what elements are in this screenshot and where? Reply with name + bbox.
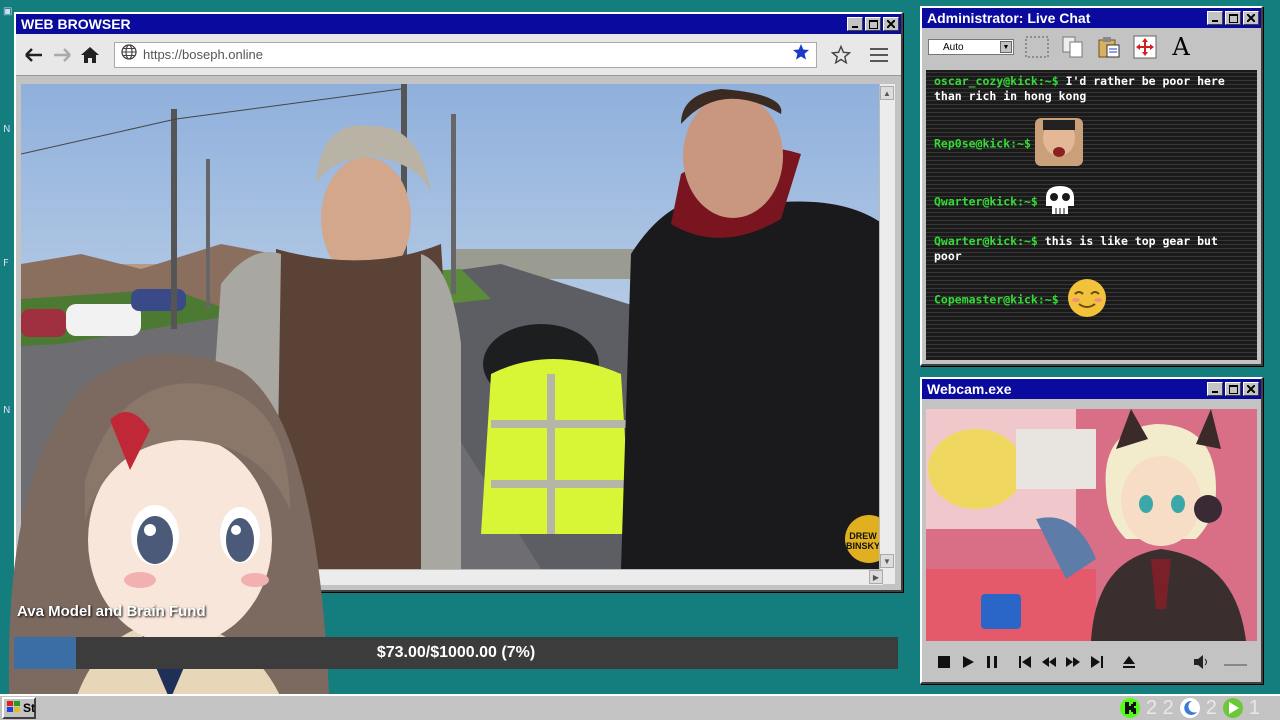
- font-icon[interactable]: A: [1168, 33, 1194, 61]
- move-icon[interactable]: [1132, 34, 1158, 60]
- rewind-icon[interactable]: [1041, 653, 1057, 671]
- chat-toolbar: Auto ▼ A: [922, 28, 1261, 66]
- minimize-button[interactable]: [1207, 382, 1223, 396]
- scroll-down-arrow[interactable]: ▼: [880, 554, 894, 568]
- menu-icon[interactable]: [867, 43, 891, 67]
- favorites-star-icon[interactable]: [829, 43, 853, 67]
- chat-username: Qwarter@kick:~$: [934, 194, 1038, 209]
- chat-window: Administrator: Live Chat Auto ▼ A oscar_…: [920, 6, 1263, 366]
- smile-emote-icon: [1063, 278, 1111, 322]
- chat-titlebar[interactable]: Administrator: Live Chat: [922, 8, 1261, 28]
- maximize-button[interactable]: [1225, 382, 1241, 396]
- webcam-view: [926, 409, 1257, 641]
- chat-username: oscar_cozy@kick:~$: [934, 74, 1059, 88]
- volume-icon[interactable]: [1193, 653, 1210, 671]
- fund-progress-bar: $73.00/$1000.00 (7%): [14, 637, 898, 669]
- close-button[interactable]: [883, 17, 899, 31]
- bookmark-star-icon[interactable]: [792, 43, 810, 66]
- chat-message: Rep0se@kick:~$: [934, 118, 1249, 170]
- maximize-button[interactable]: [865, 17, 881, 31]
- pause-icon[interactable]: [984, 653, 1000, 671]
- media-controls: [926, 647, 1257, 677]
- address-bar[interactable]: https://boseph.online: [114, 41, 817, 68]
- system-tray: 2 2 2 1: [1119, 696, 1260, 720]
- face-emote-icon: [1034, 118, 1083, 170]
- skip-back-icon[interactable]: [1017, 653, 1033, 671]
- volume-slider[interactable]: [1223, 658, 1248, 666]
- chat-message: Copemaster@kick:~$: [934, 278, 1249, 322]
- play-circle-icon[interactable]: [1222, 698, 1243, 718]
- desktop-icon[interactable]: N: [3, 124, 13, 135]
- copy-icon[interactable]: [1060, 34, 1086, 60]
- tray-count: 1: [1248, 696, 1260, 719]
- webcam-titlebar[interactable]: Webcam.exe: [922, 379, 1261, 399]
- fund-amount: $73.00/$1000.00 (7%): [376, 644, 536, 661]
- font-size-value: Auto: [943, 41, 964, 53]
- webcam-title: Webcam.exe: [927, 381, 1012, 397]
- paste-icon[interactable]: [1096, 34, 1122, 60]
- desktop-icon[interactable]: ▣: [3, 6, 13, 17]
- eject-icon[interactable]: [1121, 653, 1137, 671]
- scroll-right-arrow[interactable]: ▶: [869, 570, 883, 584]
- chat-username: Rep0se@kick:~$: [934, 136, 1031, 151]
- forward-button[interactable]: [50, 43, 74, 67]
- desktop-icon[interactable]: F: [3, 258, 13, 269]
- taskbar: St 2 2 2 1: [0, 694, 1280, 720]
- browser-titlebar[interactable]: WEB BROWSER: [16, 14, 901, 34]
- skull-emote-icon: [1042, 184, 1078, 220]
- minimize-button[interactable]: [1207, 11, 1223, 25]
- moon-icon[interactable]: [1179, 698, 1200, 718]
- font-size-select[interactable]: Auto ▼: [928, 39, 1014, 55]
- chat-message: Qwarter@kick:~$ this is like top gear bu…: [934, 234, 1249, 264]
- tray-count: 2: [1205, 696, 1217, 719]
- browser-toolbar: https://boseph.online: [16, 34, 901, 76]
- webcam-image: [926, 409, 1257, 641]
- play-icon[interactable]: [960, 653, 976, 671]
- chat-title: Administrator: Live Chat: [927, 10, 1091, 26]
- chat-message: oscar_cozy@kick:~$ I'd rather be poor he…: [934, 74, 1249, 104]
- chat-message: Qwarter@kick:~$: [934, 184, 1249, 220]
- chat-username: Qwarter@kick:~$: [934, 234, 1038, 248]
- start-label: St: [23, 701, 35, 715]
- back-button[interactable]: [22, 43, 46, 67]
- start-button[interactable]: St: [2, 697, 36, 719]
- skip-forward-icon[interactable]: [1089, 653, 1105, 671]
- minimize-button[interactable]: [847, 17, 863, 31]
- kick-icon[interactable]: [1119, 698, 1140, 718]
- url-text: https://boseph.online: [143, 47, 263, 62]
- fast-forward-icon[interactable]: [1065, 653, 1081, 671]
- browser-title: WEB BROWSER: [21, 16, 131, 32]
- webcam-window: Webcam.exe: [920, 377, 1263, 684]
- vertical-scrollbar[interactable]: ▲ ▼: [879, 84, 895, 584]
- close-button[interactable]: [1243, 382, 1259, 396]
- tray-count: 2 2: [1145, 696, 1174, 719]
- windows-logo-icon: [7, 700, 21, 716]
- fund-label: Ava Model and Brain Fund: [17, 603, 206, 620]
- maximize-button[interactable]: [1225, 11, 1241, 25]
- chat-log[interactable]: oscar_cozy@kick:~$ I'd rather be poor he…: [926, 70, 1257, 360]
- stop-icon[interactable]: [936, 653, 952, 671]
- close-button[interactable]: [1243, 11, 1259, 25]
- chat-username: Copemaster@kick:~$: [934, 292, 1059, 307]
- channel-watermark: DREW BINSKY: [845, 531, 880, 551]
- chevron-down-icon[interactable]: ▼: [1000, 41, 1012, 53]
- home-button[interactable]: [78, 43, 102, 67]
- globe-icon: [121, 44, 137, 65]
- scroll-up-arrow[interactable]: ▲: [880, 86, 894, 100]
- select-icon[interactable]: [1024, 34, 1050, 60]
